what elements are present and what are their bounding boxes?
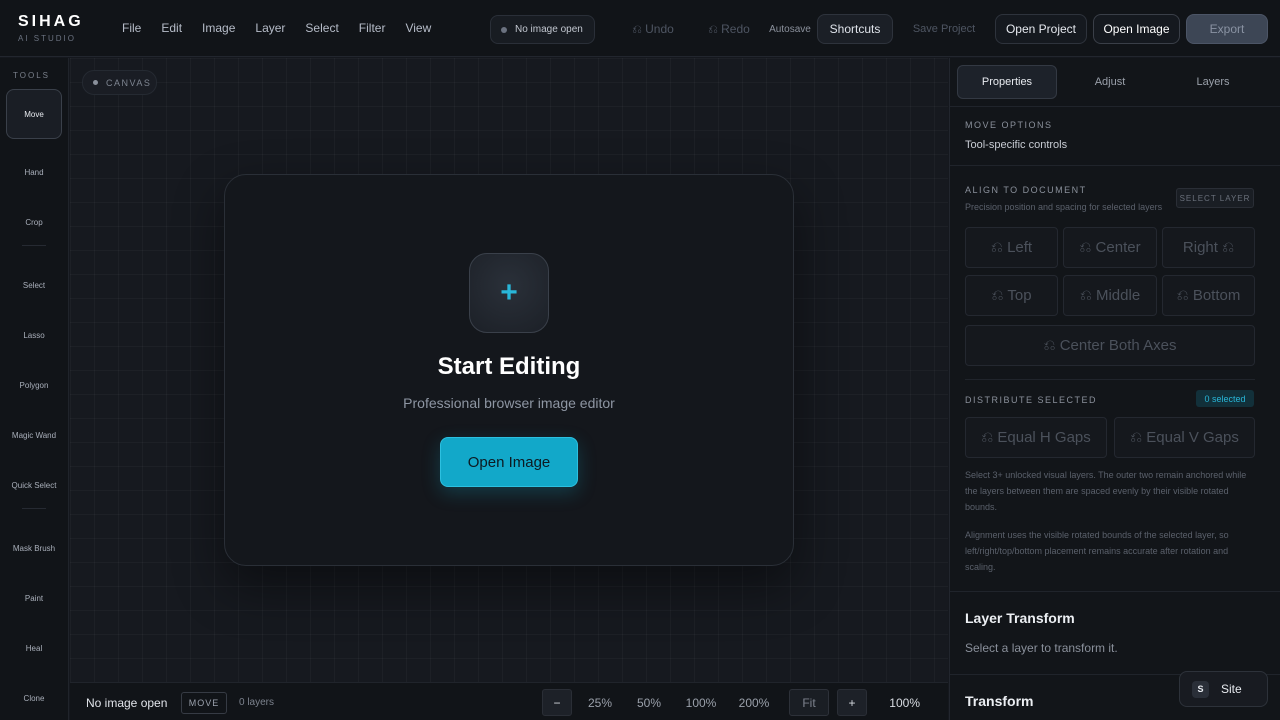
- tool-magic-wand[interactable]: Magic Wand: [6, 410, 62, 460]
- start-title: Start Editing: [437, 353, 581, 380]
- align-bottom-button[interactable]: ⎌ Bottom: [1162, 275, 1255, 316]
- tab-layers[interactable]: Layers: [1163, 65, 1263, 99]
- tool-heal[interactable]: Heal: [6, 623, 62, 673]
- zoom-200-button[interactable]: 200%: [734, 689, 774, 716]
- tool-polygon[interactable]: Polygon: [6, 360, 62, 410]
- menu-bar: File Edit Image Layer Select Filter View: [122, 20, 451, 36]
- align-top-button[interactable]: ⎌ Top: [965, 275, 1058, 316]
- redo-button[interactable]: ⎌ Redo: [700, 14, 758, 44]
- tool-crop[interactable]: Crop: [6, 197, 62, 247]
- tool-divider: [22, 508, 46, 509]
- center-both-axes-button[interactable]: ⎌ Center Both Axes: [965, 325, 1255, 366]
- site-icon: S: [1192, 680, 1209, 698]
- layer-count: 0 layers: [239, 697, 275, 708]
- tab-properties[interactable]: Properties: [957, 65, 1057, 99]
- panel-divider: [950, 591, 1280, 592]
- menu-edit[interactable]: Edit: [161, 20, 182, 36]
- menu-filter[interactable]: Filter: [359, 20, 386, 36]
- align-subtitle: Precision position and spacing for selec…: [965, 202, 1163, 212]
- select-layer-button[interactable]: SELECT LAYER: [1176, 188, 1254, 208]
- panel-divider: [950, 106, 1280, 107]
- selected-count-badge: 0 selected: [1196, 390, 1254, 407]
- canvas-chip: CANVAS: [82, 70, 157, 95]
- tools-sidebar: TOOLS Move Hand Crop Select Lasso Polygo…: [0, 58, 69, 720]
- plus-icon: +: [500, 276, 518, 309]
- tool-mask-brush[interactable]: Mask Brush: [6, 523, 62, 573]
- tool-hand[interactable]: Hand: [6, 147, 62, 197]
- open-image-button[interactable]: Open Image: [1093, 14, 1180, 44]
- tool-select[interactable]: Select: [6, 260, 62, 310]
- move-options-title: MOVE OPTIONS: [965, 120, 1053, 130]
- start-editing-card: + Start Editing Professional browser ima…: [224, 174, 794, 566]
- status-dot-icon: [501, 26, 507, 33]
- undo-button[interactable]: ⎌ Undo: [622, 14, 684, 44]
- move-options-text: Tool-specific controls: [965, 139, 1068, 151]
- canvas-chip-label: CANVAS: [106, 77, 152, 88]
- distribute-title: DISTRIBUTE SELECTED: [965, 395, 1098, 405]
- image-status-text: No image open: [515, 24, 583, 35]
- brand-subtitle: AI STUDIO: [18, 34, 77, 43]
- export-button[interactable]: Export: [1186, 14, 1268, 44]
- menu-layer[interactable]: Layer: [255, 20, 285, 36]
- panel-divider: [950, 165, 1280, 166]
- open-project-button[interactable]: Open Project: [995, 14, 1087, 44]
- align-right-button[interactable]: Right ⎌: [1162, 227, 1255, 268]
- canvas-dot-icon: [93, 80, 98, 85]
- menu-file[interactable]: File: [122, 20, 141, 36]
- align-title: ALIGN TO DOCUMENT: [965, 185, 1087, 195]
- properties-panel: Properties Adjust Layers MOVE OPTIONS To…: [949, 58, 1280, 720]
- zoom-fit-button[interactable]: Fit: [789, 689, 829, 716]
- layer-transform-title: Layer Transform: [965, 610, 1075, 626]
- tool-paint[interactable]: Paint: [6, 573, 62, 623]
- layer-transform-subtitle: Select a layer to transform it.: [965, 641, 1118, 655]
- zoom-in-button[interactable]: +: [837, 689, 867, 716]
- zoom-50-button[interactable]: 50%: [631, 689, 667, 716]
- zoom-readout: 100%: [889, 696, 920, 710]
- tools-title: TOOLS: [13, 71, 50, 80]
- tool-clone[interactable]: Clone: [6, 673, 62, 720]
- align-center-button[interactable]: ⎌ Center: [1063, 227, 1157, 268]
- zoom-100-button[interactable]: 100%: [681, 689, 721, 716]
- status-image-text: No image open: [86, 696, 168, 710]
- start-subtitle: Professional browser image editor: [403, 395, 615, 411]
- menu-view[interactable]: View: [405, 20, 431, 36]
- align-left-button[interactable]: ⎌ Left: [965, 227, 1058, 268]
- canvas-area[interactable]: CANVAS + Start Editing Professional brow…: [70, 58, 948, 682]
- tool-move[interactable]: Move: [6, 89, 62, 139]
- tool-divider: [22, 245, 46, 246]
- menu-select[interactable]: Select: [305, 20, 338, 36]
- tool-quick-select[interactable]: Quick Select: [6, 460, 62, 510]
- panel-tabs: Properties Adjust Layers: [957, 65, 1267, 99]
- site-button[interactable]: S Site: [1179, 671, 1268, 707]
- brand-name: SIHAG: [18, 13, 84, 30]
- section-divider: [965, 379, 1255, 380]
- equal-h-gaps-button[interactable]: ⎌ Equal H Gaps: [965, 417, 1107, 458]
- align-middle-button[interactable]: ⎌ Middle: [1063, 275, 1157, 316]
- menu-image[interactable]: Image: [202, 20, 235, 36]
- site-label: Site: [1221, 682, 1242, 696]
- save-project-button[interactable]: Save Project: [903, 14, 985, 44]
- shortcuts-button[interactable]: Shortcuts: [817, 14, 893, 44]
- image-status-pill: No image open: [490, 15, 595, 44]
- start-open-image-button[interactable]: Open Image: [440, 437, 578, 487]
- tool-lasso[interactable]: Lasso: [6, 310, 62, 360]
- status-bar: No image open MOVE 0 layers − 25% 50% 10…: [70, 682, 948, 720]
- tool-mode-badge: MOVE: [181, 692, 227, 714]
- autosave-toggle[interactable]: Autosave: [766, 14, 814, 44]
- add-image-icon-box[interactable]: +: [469, 253, 549, 333]
- tab-adjust[interactable]: Adjust: [1060, 65, 1160, 99]
- equal-v-gaps-button[interactable]: ⎌ Equal V Gaps: [1114, 417, 1255, 458]
- transform-title: Transform: [965, 693, 1034, 709]
- brand-logo[interactable]: SIHAG AI STUDIO: [18, 13, 84, 44]
- zoom-25-button[interactable]: 25%: [582, 689, 618, 716]
- distribute-note: Select 3+ unlocked visual layers. The ou…: [965, 470, 1247, 512]
- alignment-note: Alignment uses the visible rotated bound…: [965, 530, 1229, 572]
- zoom-out-button[interactable]: −: [542, 689, 572, 716]
- top-bar: SIHAG AI STUDIO File Edit Image Layer Se…: [0, 0, 1280, 57]
